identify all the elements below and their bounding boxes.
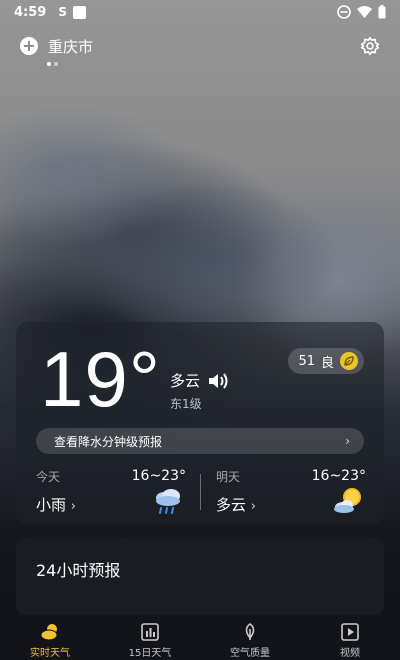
chevron-right-icon: ›: [250, 499, 256, 514]
leaf-icon: [340, 352, 358, 370]
nav-label: 空气质量: [230, 648, 270, 659]
tomorrow-temp-range: 16~23°: [311, 468, 366, 484]
nav-air-quality[interactable]: 空气质量: [200, 615, 300, 660]
today-temp-range: 16~23°: [131, 468, 186, 484]
current-condition: 多云: [170, 370, 230, 391]
aqi-badge[interactable]: 51 良: [288, 348, 364, 374]
today-condition: 小雨 ›: [36, 496, 76, 514]
chart-bars-icon: [141, 623, 159, 641]
chevron-right-icon: ›: [70, 499, 76, 514]
tomorrow-label: 明天: [216, 470, 241, 484]
wind-level: 东1级: [170, 397, 202, 411]
nav-label: 实时天气: [30, 648, 70, 659]
status-icons: [337, 5, 386, 19]
leaf-icon: [245, 623, 255, 640]
nav-realtime-weather[interactable]: 实时天气: [0, 615, 100, 660]
today-forecast[interactable]: 今天 小雨 › 16~23°: [36, 468, 186, 516]
nav-label: 视频: [340, 648, 360, 659]
day-divider: [200, 474, 201, 510]
bottom-nav: 实时天气 15日天气 空气质量 视频: [0, 615, 400, 660]
nav-15-day[interactable]: 15日天气: [100, 615, 200, 660]
page-indicator: [47, 62, 58, 66]
partly-cloudy-icon: [334, 488, 361, 513]
nav-label: 15日天气: [128, 648, 172, 659]
chevron-right-icon: ›: [345, 434, 350, 448]
wifi-icon: [357, 6, 372, 18]
aqi-value: 51: [298, 353, 315, 369]
speaker-icon[interactable]: [208, 372, 230, 390]
today-label: 今天: [36, 470, 61, 484]
weather-cloud-sun-icon: [40, 624, 58, 641]
battery-icon: [378, 5, 386, 19]
sim-icon: S: [58, 5, 67, 19]
notification-icon: [73, 5, 86, 19]
minute-forecast-label: 查看降水分钟级预报: [54, 434, 163, 449]
current-weather-card: 19° 多云 东1级 51 良 查看降水分钟级预报 › 今天 小雨 › 16~2…: [16, 322, 384, 525]
video-play-icon: [341, 623, 359, 641]
rain-cloud-icon: [156, 489, 180, 514]
status-bar: 4:59 S: [0, 0, 400, 24]
aqi-label: 良: [320, 355, 334, 371]
status-time: 4:59: [14, 4, 47, 20]
page-dot: [54, 62, 58, 66]
add-city-button[interactable]: +: [20, 37, 38, 55]
current-temperature: 19°: [40, 335, 161, 423]
nav-video[interactable]: 视频: [300, 615, 400, 660]
hourly-title: 24小时预报: [36, 561, 121, 580]
dnd-icon: [337, 5, 351, 19]
city-name[interactable]: 重庆市: [48, 36, 93, 57]
page-dot-active: [47, 62, 51, 66]
tomorrow-forecast[interactable]: 明天 多云 › 16~23°: [216, 468, 366, 516]
settings-gear-icon[interactable]: [360, 36, 380, 56]
tomorrow-condition: 多云 ›: [216, 496, 256, 514]
hourly-forecast-card: 24小时预报: [16, 537, 384, 617]
minute-precipitation-button[interactable]: 查看降水分钟级预报 ›: [36, 428, 364, 454]
header: + 重庆市: [20, 34, 380, 58]
condition-text: 多云: [170, 372, 201, 390]
